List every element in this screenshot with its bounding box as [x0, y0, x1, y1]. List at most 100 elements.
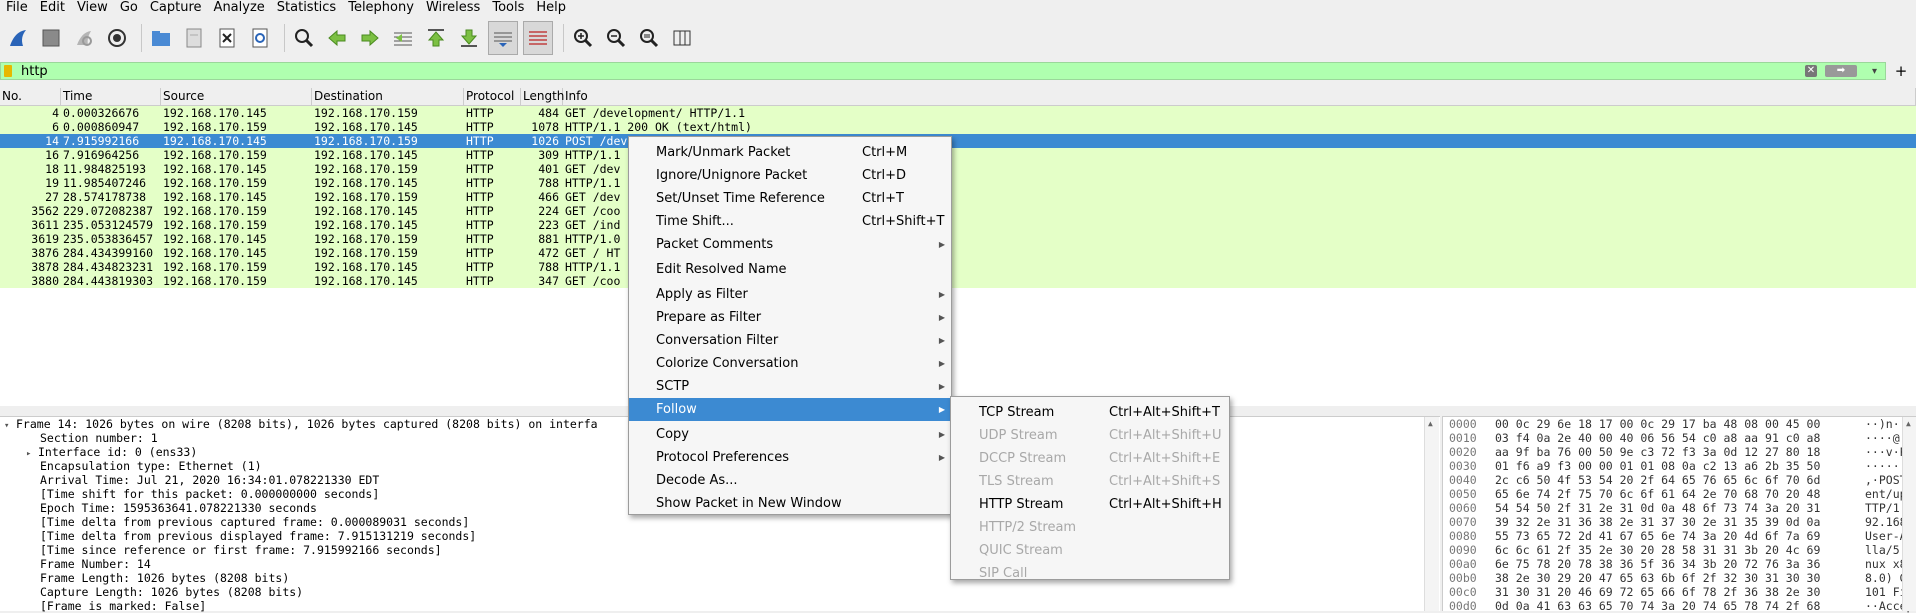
column-header-protocol[interactable]: Protocol	[464, 88, 521, 105]
shark-fin-start-icon[interactable]	[4, 22, 32, 54]
bytes-hex[interactable]: 65 6e 74 2f 75 70 6c 6f 61 64 2e 70 68 7…	[1495, 487, 1865, 501]
bytes-scrollbar[interactable]: ▲	[1902, 417, 1916, 611]
bytes-hex[interactable]: 6c 6c 61 2f 35 2e 30 20 28 58 31 31 3b 2…	[1495, 543, 1865, 557]
options-gear-icon[interactable]	[103, 22, 131, 54]
packet-row[interactable]: 3880 284.443819303 192.168.170.159 192.168.…	[0, 274, 1916, 288]
bytes-offset[interactable]: 0090	[1443, 543, 1495, 557]
zoom-out-icon[interactable]	[602, 22, 630, 54]
context-menu-item-prepare-as-filter[interactable]: Prepare as Filter ▶	[629, 306, 951, 329]
add-filter-button[interactable]: +	[1886, 62, 1916, 80]
scroll-up-icon[interactable]: ▲	[1906, 419, 1911, 428]
bytes-hex[interactable]: 03 f4 0a 2e 40 00 40 06 56 54 c0 a8 aa 9…	[1495, 431, 1865, 445]
bytes-hex[interactable]: 54 54 50 2f 31 2e 31 0d 0a 48 6f 73 74 3…	[1495, 501, 1865, 515]
bytes-offset[interactable]: 0060	[1443, 501, 1495, 515]
bytes-offset[interactable]: 0000	[1443, 417, 1495, 431]
bytes-offset[interactable]: 00c0	[1443, 585, 1495, 599]
context-menu-item-edit-resolved-name[interactable]: Edit Resolved Name	[629, 258, 951, 281]
bytes-hex[interactable]: 00 0c 29 6e 18 17 00 0c 29 17 ba 48 08 0…	[1495, 417, 1865, 431]
context-menu-item-follow[interactable]: Follow ▶	[629, 398, 951, 421]
packet-row[interactable]: 18 11.984825193 192.168.170.145 192.168.170…	[0, 162, 1916, 176]
back-arrow-icon[interactable]	[323, 22, 351, 54]
packet-row[interactable]: 3619 235.053836457 192.168.170.145 192.168.…	[0, 232, 1916, 246]
context-menu-item-set-unset-time-reference[interactable]: Set/Unset Time Reference Ctrl+T	[629, 187, 951, 210]
clear-filter-icon[interactable]: ✕	[1805, 65, 1817, 77]
bytes-hex[interactable]: 39 32 2e 31 36 38 2e 31 37 30 2e 31 35 3…	[1495, 515, 1865, 529]
packet-row[interactable]: 3876 284.434399160 192.168.170.145 192.168.…	[0, 246, 1916, 260]
last-packet-icon[interactable]	[455, 22, 483, 54]
zoom-in-icon[interactable]	[569, 22, 597, 54]
menu-file[interactable]: File	[0, 0, 34, 16]
follow-item-http-stream[interactable]: HTTP Stream Ctrl+Alt+Shift+H	[951, 493, 1229, 516]
context-menu-item-sctp[interactable]: SCTP ▶	[629, 375, 951, 398]
detail-tree-item[interactable]: Capture Length: 1026 bytes (8208 bits)	[0, 585, 1440, 599]
menu-edit[interactable]: Edit	[34, 0, 71, 16]
bytes-offset[interactable]: 0070	[1443, 515, 1495, 529]
detail-tree-item[interactable]: [Frame is marked: False]	[0, 599, 1440, 613]
menu-capture[interactable]: Capture	[144, 0, 208, 16]
packet-row[interactable]: 4 0.000326676 192.168.170.145 192.168.170.1…	[0, 106, 1916, 120]
column-header-time[interactable]: Time	[61, 88, 161, 105]
packet-row[interactable]: 14 7.915992166 192.168.170.145 192.168.170.…	[0, 134, 1916, 148]
display-filter-input[interactable]	[21, 63, 1801, 79]
zoom-normal-icon[interactable]	[635, 22, 663, 54]
context-menu-item-ignore-unignore-packet[interactable]: Ignore/Unignore Packet Ctrl+D	[629, 164, 951, 187]
menu-statistics[interactable]: Statistics	[271, 0, 342, 16]
menu-wireless[interactable]: Wireless	[420, 0, 486, 16]
column-header-length[interactable]: Length	[521, 88, 564, 105]
context-menu-item-mark-unmark-packet[interactable]: Mark/Unmark Packet Ctrl+M	[629, 141, 951, 164]
expand-chevron-down-icon[interactable]: ▾	[4, 419, 16, 433]
context-menu-item-copy[interactable]: Copy ▶	[629, 423, 951, 446]
bytes-offset[interactable]: 00a0	[1443, 557, 1495, 571]
bytes-offset[interactable]: 0020	[1443, 445, 1495, 459]
packet-row[interactable]: 27 28.574178738 192.168.170.145 192.168.170…	[0, 190, 1916, 204]
details-scrollbar[interactable]: ▲	[1424, 417, 1439, 611]
packet-row[interactable]: 3611 235.053124579 192.168.170.159 192.168.…	[0, 218, 1916, 232]
context-menu-item-conversation-filter[interactable]: Conversation Filter ▶	[629, 329, 951, 352]
bytes-hex[interactable]: 2c c6 50 4f 53 54 20 2f 64 65 76 65 6c 6…	[1495, 473, 1865, 487]
forward-arrow-icon[interactable]	[356, 22, 384, 54]
filter-history-chevron-down-icon[interactable]: ▾	[1872, 66, 1877, 77]
packet-row[interactable]: 6 0.000860947 192.168.170.159 192.168.170.1…	[0, 120, 1916, 134]
menu-go[interactable]: Go	[114, 0, 144, 16]
column-header-no[interactable]: No.	[0, 88, 61, 105]
autoscroll-icon[interactable]	[488, 21, 518, 55]
context-menu-item-colorize-conversation[interactable]: Colorize Conversation ▶	[629, 352, 951, 375]
expand-chevron-right-icon[interactable]: ▸	[26, 447, 38, 461]
packet-row[interactable]: 3878 284.434823231 192.168.170.159 192.168.…	[0, 260, 1916, 274]
bytes-hex[interactable]: 0d 0a 41 63 63 65 70 74 3a 20 74 65 78 7…	[1495, 599, 1865, 613]
bytes-offset[interactable]: 00b0	[1443, 571, 1495, 585]
bytes-hex[interactable]: 55 73 65 72 2d 41 67 65 6e 74 3a 20 4d 6…	[1495, 529, 1865, 543]
bytes-offset[interactable]: 0050	[1443, 487, 1495, 501]
first-packet-icon[interactable]	[422, 22, 450, 54]
find-icon[interactable]	[290, 22, 318, 54]
bookmark-icon[interactable]	[4, 65, 12, 77]
context-menu-item-packet-comments[interactable]: Packet Comments ▶	[629, 233, 951, 256]
follow-item-tcp-stream[interactable]: TCP Stream Ctrl+Alt+Shift+T	[951, 401, 1229, 424]
context-menu-item-time-shift[interactable]: Time Shift... Ctrl+Shift+T	[629, 210, 951, 233]
bytes-offset[interactable]: 0010	[1443, 431, 1495, 445]
context-menu-item-protocol-preferences[interactable]: Protocol Preferences ▶	[629, 446, 951, 469]
column-header-source[interactable]: Source	[161, 88, 312, 105]
menu-tools[interactable]: Tools	[486, 0, 530, 16]
go-to-packet-icon[interactable]	[389, 22, 417, 54]
stop-icon[interactable]	[37, 22, 65, 54]
packet-row[interactable]: 19 11.985407246 192.168.170.159 192.168.170…	[0, 176, 1916, 190]
bytes-hex[interactable]: aa 9f ba 76 00 50 9e c3 72 f3 3a 0d 12 2…	[1495, 445, 1865, 459]
bytes-offset[interactable]: 0040	[1443, 473, 1495, 487]
bytes-offset[interactable]: 0030	[1443, 459, 1495, 473]
packet-row[interactable]: 16 7.916964256 192.168.170.159 192.168.170.…	[0, 148, 1916, 162]
open-folder-icon[interactable]	[147, 22, 175, 54]
restart-icon[interactable]	[70, 22, 98, 54]
scroll-up-icon[interactable]: ▲	[1428, 419, 1433, 428]
context-menu-item-show-packet-in-new-window[interactable]: Show Packet in New Window	[629, 492, 951, 515]
bytes-hex[interactable]: 31 30 31 20 46 69 72 65 66 6f 78 2f 36 3…	[1495, 585, 1865, 599]
column-header-destination[interactable]: Destination	[312, 88, 464, 105]
bytes-hex[interactable]: 38 2e 30 29 20 47 65 63 6b 6f 2f 32 30 3…	[1495, 571, 1865, 585]
colorize-icon[interactable]	[523, 21, 553, 55]
save-file-icon[interactable]	[180, 22, 208, 54]
menu-telephony[interactable]: Telephony	[342, 0, 420, 16]
resize-columns-icon[interactable]	[668, 22, 696, 54]
reload-icon[interactable]	[246, 22, 274, 54]
menu-view[interactable]: View	[71, 0, 114, 16]
close-file-icon[interactable]	[213, 22, 241, 54]
